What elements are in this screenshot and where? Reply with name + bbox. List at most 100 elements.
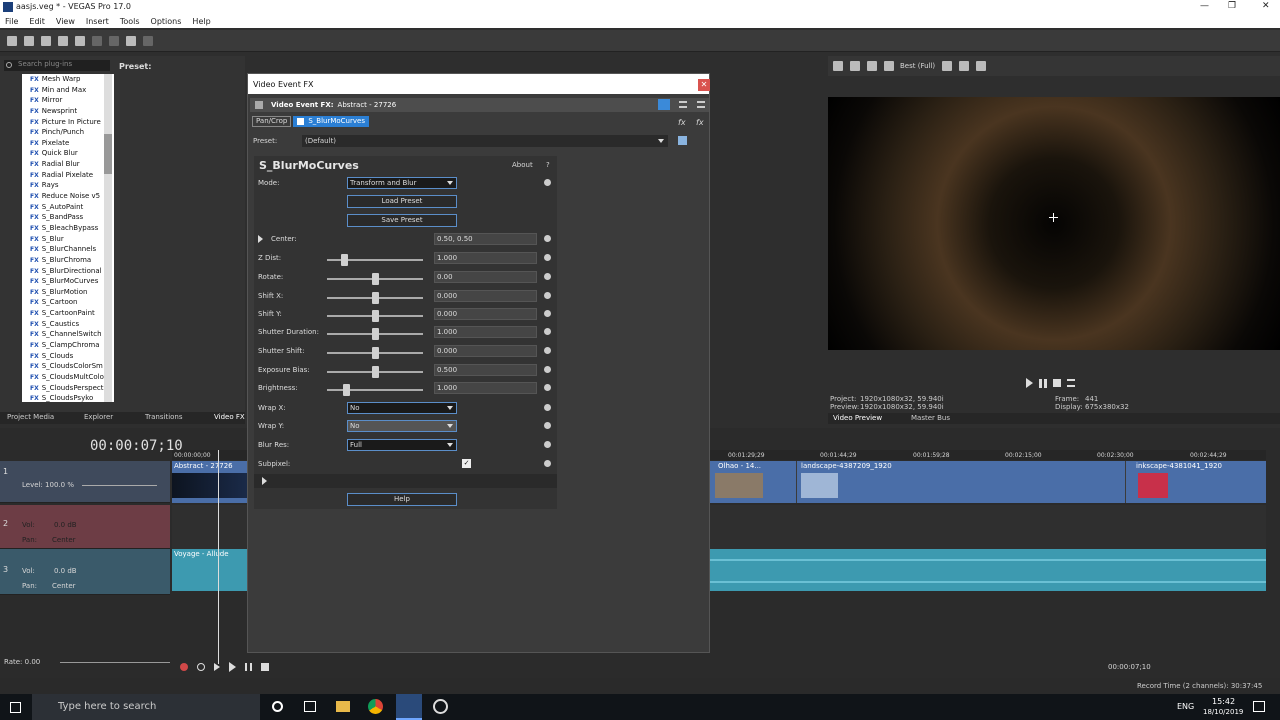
save-snapshot-icon[interactable] (976, 61, 987, 71)
keyframe-icon[interactable] (544, 310, 551, 317)
slider-handle[interactable] (372, 328, 379, 340)
plugin-list-item[interactable]: FX Radial Blur (22, 159, 114, 170)
vegas-taskbar-icon[interactable] (396, 694, 422, 720)
slider-handle[interactable] (343, 384, 350, 396)
plugin-list-item[interactable]: FX Pinch/Punch (22, 127, 114, 138)
tab-video-fx[interactable]: Video FX (214, 413, 245, 421)
rate-slider[interactable] (60, 662, 170, 663)
keyframe-icon[interactable] (544, 347, 551, 354)
keyframe-icon[interactable] (544, 441, 551, 448)
plugin-list-item[interactable]: FX S_CloudsPsyko (22, 393, 114, 402)
plugin-list-item[interactable]: FX S_BlurDirectional (22, 266, 114, 277)
fx-remove-icon[interactable]: fx (696, 118, 704, 127)
plugin-list-item[interactable]: FX S_BlurChroma (22, 255, 114, 266)
minimize-button[interactable]: — (1200, 1, 1209, 11)
help-question-link[interactable]: ? (546, 161, 550, 169)
chain-view-icon[interactable] (658, 99, 670, 110)
keyframe-icon[interactable] (544, 460, 551, 467)
subpixel-checkbox[interactable]: ✓ (462, 459, 471, 468)
slider-value-field[interactable]: 0.000 (434, 290, 537, 302)
fx-plugin-icon[interactable]: fx (678, 118, 686, 127)
plugin-list-item[interactable]: FX S_CartoonPaint (22, 308, 114, 319)
slider-track[interactable] (327, 384, 423, 396)
slider-track[interactable] (327, 366, 423, 378)
video-clip[interactable]: inkscape-4381041_1920 (1126, 461, 1266, 503)
save-icon[interactable] (41, 35, 51, 46)
slider-handle[interactable] (341, 254, 348, 266)
plugin-list-item[interactable]: FX S_CloudsPerspect (22, 383, 114, 394)
track-header-video[interactable]: 1 Level: 100.0 % (0, 461, 170, 503)
video-clip[interactable]: Olhao - 14... (710, 461, 796, 503)
cut-icon[interactable] (92, 35, 102, 46)
plugin-list[interactable]: FX Mesh Warp FX Min and Max FX Mirror FX Newspr… (22, 74, 114, 402)
file-explorer-icon[interactable] (336, 701, 350, 712)
plugin-list-item[interactable]: FX Mesh Warp (22, 74, 114, 85)
preset-select[interactable]: (Default) (302, 135, 668, 147)
plugin-list-item[interactable]: FX Pixelate (22, 138, 114, 149)
language-indicator[interactable]: ENG (1177, 702, 1194, 711)
track-header-audio[interactable]: 2 Vol: 0.0 dB Pan: Center (0, 505, 170, 549)
loop-icon[interactable] (197, 663, 205, 671)
keyframe-icon[interactable] (544, 292, 551, 299)
playhead[interactable] (218, 450, 219, 664)
audio-clip[interactable] (710, 549, 1266, 591)
plugin-list-item[interactable]: FX S_Blur (22, 234, 114, 245)
list-view-icon[interactable] (679, 101, 687, 108)
slider-value-field[interactable]: 0.000 (434, 345, 537, 357)
preview-settings-icon[interactable] (833, 61, 843, 71)
preview-quality-select[interactable]: Best (Full) (900, 62, 935, 70)
save-preset-button[interactable]: Save Preset (347, 214, 457, 227)
play-icon[interactable] (229, 662, 236, 672)
slider-track[interactable] (327, 273, 423, 285)
tab-project-media[interactable]: Project Media (7, 413, 54, 421)
chain-pan-crop[interactable]: Pan/Crop (252, 116, 292, 127)
copy-icon[interactable] (109, 35, 119, 46)
plugin-list-item[interactable]: FX Newsprint (22, 106, 114, 117)
copy-snapshot-icon[interactable] (959, 61, 970, 71)
maximize-button[interactable]: ❐ (1228, 1, 1236, 11)
expand-icon[interactable] (262, 477, 267, 485)
video-clip[interactable]: Abstract - 27726 (172, 461, 247, 503)
pause-icon[interactable] (1039, 378, 1047, 388)
expand-icon[interactable] (258, 235, 263, 243)
tab-video-preview[interactable]: Video Preview (833, 414, 882, 422)
keyframe-icon[interactable] (544, 179, 551, 186)
load-preset-button[interactable]: Load Preset (347, 195, 457, 208)
menu-options[interactable]: Options (151, 17, 182, 26)
plugin-list-item[interactable]: FX S_CloudsColorSm (22, 361, 114, 372)
video-clip[interactable]: landscape-4387209_1920 (797, 461, 1125, 503)
play-icon[interactable] (1026, 378, 1033, 388)
save-as-icon[interactable] (58, 35, 68, 46)
stop-icon[interactable] (261, 663, 269, 671)
audio-clip[interactable]: Voyage - Allude (172, 549, 247, 591)
stop-icon[interactable] (1053, 379, 1061, 387)
video-preview[interactable] (828, 97, 1280, 350)
plugin-list-item[interactable]: FX S_ChannelSwitch (22, 329, 114, 340)
chain-s-blurmocurves[interactable]: S_BlurMoCurves (293, 116, 369, 127)
keyframe-icon[interactable] (544, 422, 551, 429)
keyframe-icon[interactable] (544, 254, 551, 261)
plugin-list-item[interactable]: FX S_BlurMotion (22, 287, 114, 298)
slider-track[interactable] (327, 328, 423, 340)
slider-value-field[interactable]: 1.000 (434, 326, 537, 338)
plugin-list-item[interactable]: FX Picture In Picture (22, 117, 114, 128)
keyframe-lane[interactable] (254, 474, 557, 488)
plugin-list-item[interactable]: FX S_BleachBypass (22, 223, 114, 234)
tab-explorer[interactable]: Explorer (84, 413, 113, 421)
plugin-list-item[interactable]: FX S_Clouds (22, 351, 114, 362)
help-button[interactable]: Help (347, 493, 457, 506)
slider-value-field[interactable]: 0.500 (434, 364, 537, 376)
taskbar-search-input[interactable]: Type here to search (32, 694, 260, 720)
enable-checkbox-icon[interactable] (297, 118, 305, 125)
slider-handle[interactable] (372, 366, 379, 378)
plugin-list-item[interactable]: FX S_ClampChroma (22, 340, 114, 351)
plugin-list-item[interactable]: FX Rays (22, 180, 114, 191)
new-icon[interactable] (7, 35, 17, 46)
wrapx-select[interactable]: No (347, 402, 457, 414)
clock-time[interactable]: 15:42 (1212, 697, 1235, 706)
record-icon[interactable] (180, 663, 188, 671)
overlays-icon[interactable] (942, 61, 953, 71)
wrapy-select[interactable]: No (347, 420, 457, 432)
center-field[interactable]: 0.50, 0.50 (434, 233, 537, 245)
plugin-list-item[interactable]: FX Min and Max (22, 85, 114, 96)
